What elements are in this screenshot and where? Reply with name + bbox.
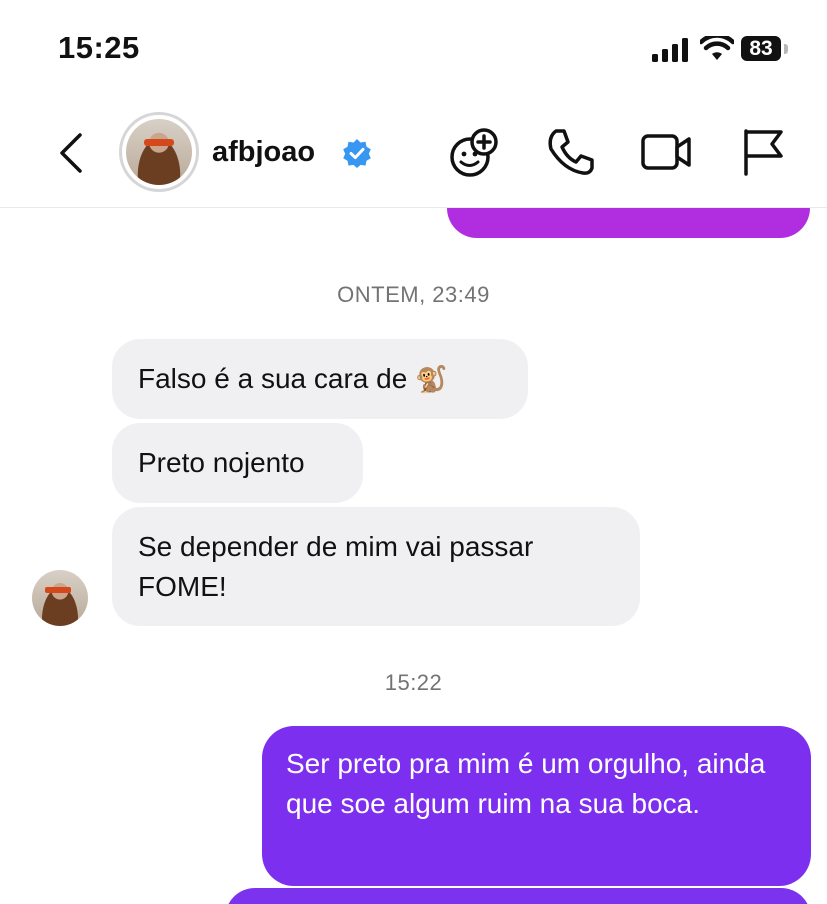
chat-header: afbjoao <box>0 100 827 208</box>
battery-indicator: 83 <box>741 36 781 61</box>
battery-nub <box>784 44 788 54</box>
avatar[interactable] <box>119 112 199 192</box>
timestamp: 15:22 <box>384 670 443 695</box>
sender-avatar[interactable] <box>32 570 88 626</box>
status-bar: 15:25 83 <box>0 0 827 100</box>
incoming-message[interactable]: Preto nojento <box>112 423 363 503</box>
back-icon[interactable] <box>56 132 86 174</box>
avatar-image <box>126 119 192 185</box>
message-text: Se depender de mim vai passar FOME! <box>138 530 534 602</box>
timestamp: ONTEM, 23:49 <box>337 282 490 307</box>
username[interactable]: afbjoao <box>212 136 315 169</box>
previous-outgoing-bubble[interactable] <box>447 208 810 238</box>
video-icon[interactable] <box>640 127 692 177</box>
monkey-emoji: 🐒 <box>415 364 448 394</box>
incoming-message[interactable]: Falso é a sua cara de 🐒 <box>112 339 528 419</box>
incoming-message[interactable]: Se depender de mim vai passar FOME! <box>112 507 640 626</box>
message-text: Falso é a sua cara de <box>138 363 408 394</box>
effects-icon[interactable] <box>448 127 500 179</box>
status-time: 15:25 <box>58 30 140 65</box>
chat-thread[interactable]: ONTEM, 23:49 Falso é a sua cara de 🐒 Pre… <box>0 208 827 904</box>
outgoing-message[interactable]: Ser preto pra mim é um orgulho, ainda qu… <box>262 726 811 886</box>
verified-icon <box>343 139 371 168</box>
phone-icon[interactable] <box>546 127 596 177</box>
signal-icon <box>652 38 688 62</box>
flag-icon[interactable] <box>740 127 786 177</box>
message-text: Preto nojento <box>138 447 305 478</box>
message-text: Ser preto pra mim é um orgulho, ainda qu… <box>286 748 766 819</box>
next-outgoing-bubble[interactable] <box>225 888 811 904</box>
wifi-icon <box>700 36 734 60</box>
